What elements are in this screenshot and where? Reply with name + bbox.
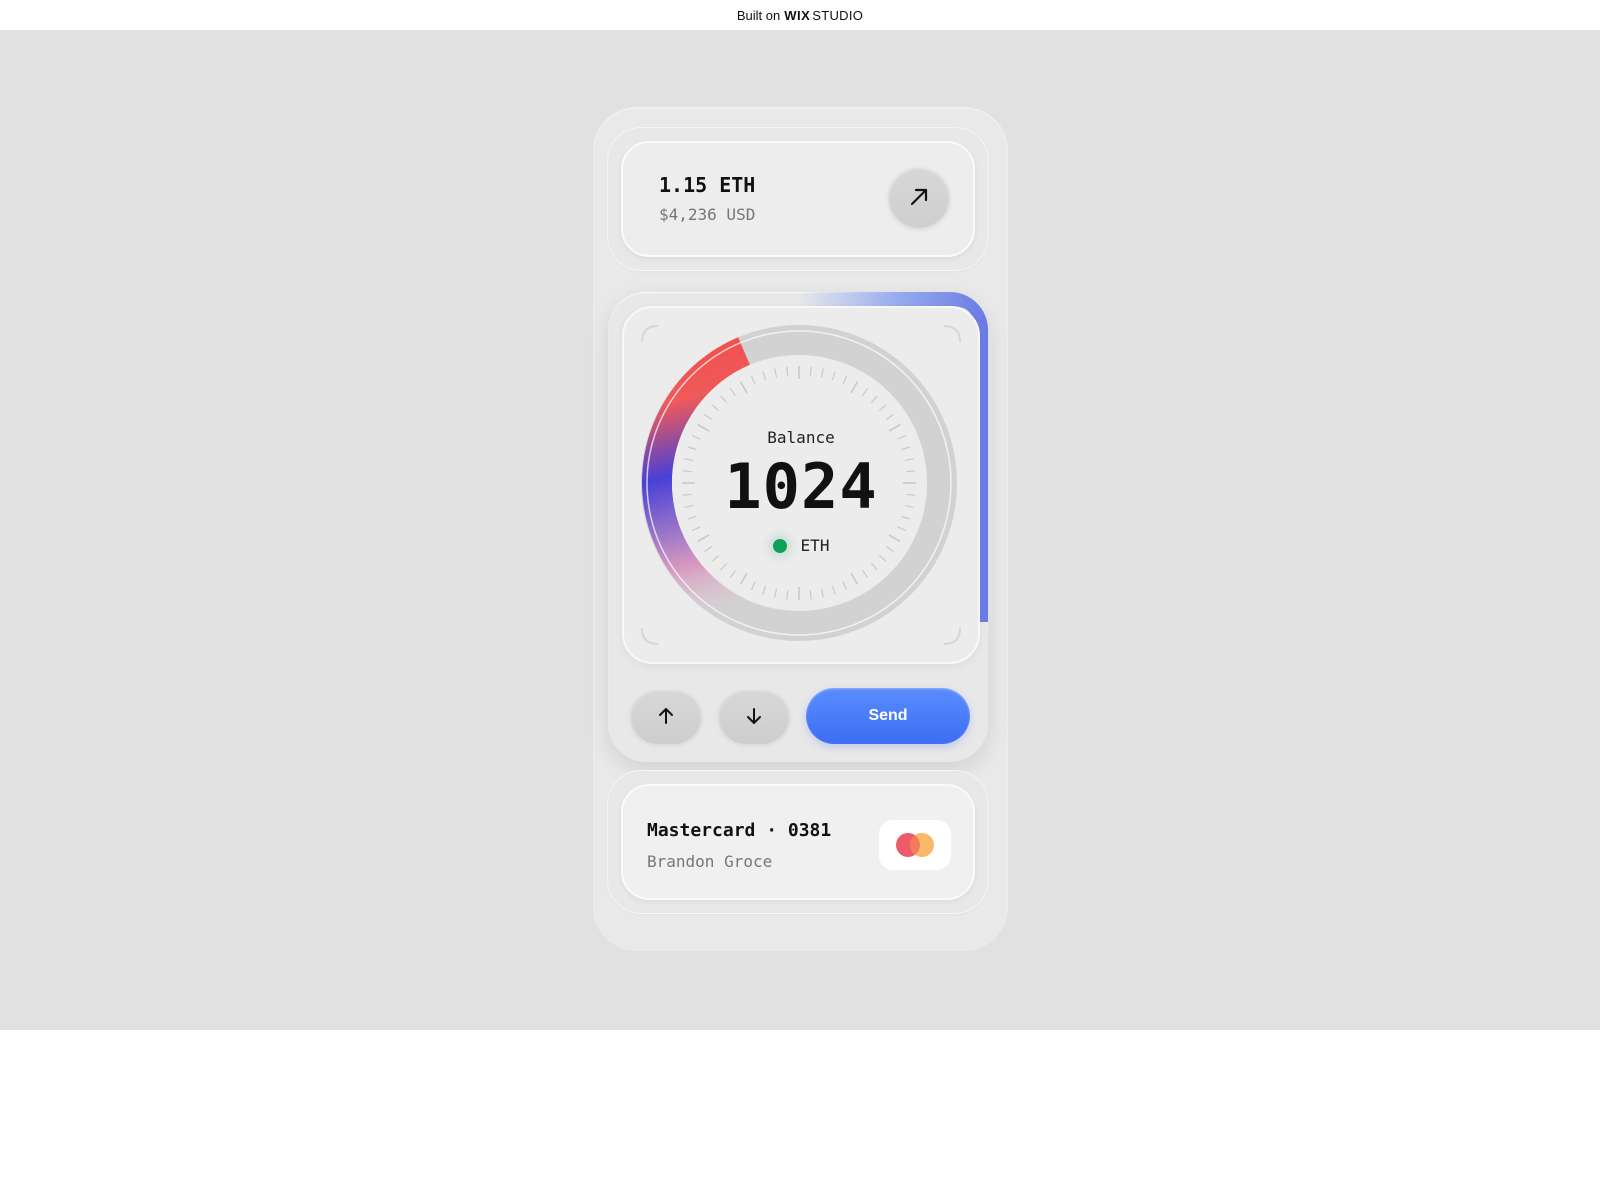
corner-bottom-left xyxy=(641,627,659,645)
mastercard-logo-icon xyxy=(879,820,951,870)
payment-card-frame: Mastercard · 0381 Brandon Groce xyxy=(607,770,989,914)
corner-top-left xyxy=(641,325,659,343)
balance-card: 1.15 ETH $4,236 USD xyxy=(621,141,975,257)
open-details-button[interactable] xyxy=(888,166,950,228)
eth-amount: 1.15 ETH xyxy=(659,173,756,197)
balance-label: Balance xyxy=(767,428,835,447)
balance-card-frame: 1.15 ETH $4,236 USD xyxy=(607,127,989,271)
wallet-widget: 1.15 ETH $4,236 USD Balance 1024 ETH Sen… xyxy=(593,107,1008,951)
card-holder: Brandon Groce xyxy=(647,852,773,871)
page-footer-space xyxy=(0,1030,1600,1200)
gauge-card: Balance 1024 ETH xyxy=(622,306,980,664)
balance-value: 1024 xyxy=(724,450,878,523)
page-background: 1.15 ETH $4,236 USD Balance 1024 ETH Sen… xyxy=(0,30,1600,1030)
currency-row: ETH xyxy=(624,536,978,555)
arrow-down-icon xyxy=(747,708,761,724)
card-label: Mastercard · 0381 xyxy=(647,820,832,841)
wix-brand: WIX xyxy=(784,7,811,23)
arrow-up-icon xyxy=(659,708,673,724)
receive-down-button[interactable] xyxy=(718,688,790,744)
balance-dial-panel: Balance 1024 ETH Send xyxy=(608,292,988,762)
send-button[interactable]: Send xyxy=(806,688,970,744)
status-dot-icon xyxy=(772,538,787,553)
usd-amount: $4,236 USD xyxy=(659,205,756,224)
studio-brand: STUDIO xyxy=(812,7,864,23)
corner-top-right xyxy=(943,325,961,343)
payment-card[interactable]: Mastercard · 0381 Brandon Groce xyxy=(621,784,975,900)
built-on-text: Built on xyxy=(736,7,781,23)
arrow-up-right-icon xyxy=(910,188,928,206)
currency-label: ETH xyxy=(800,536,830,555)
corner-bottom-right xyxy=(943,627,961,645)
wix-banner[interactable]: Built on WIX STUDIO xyxy=(0,0,1600,31)
receive-up-button[interactable] xyxy=(630,688,702,744)
